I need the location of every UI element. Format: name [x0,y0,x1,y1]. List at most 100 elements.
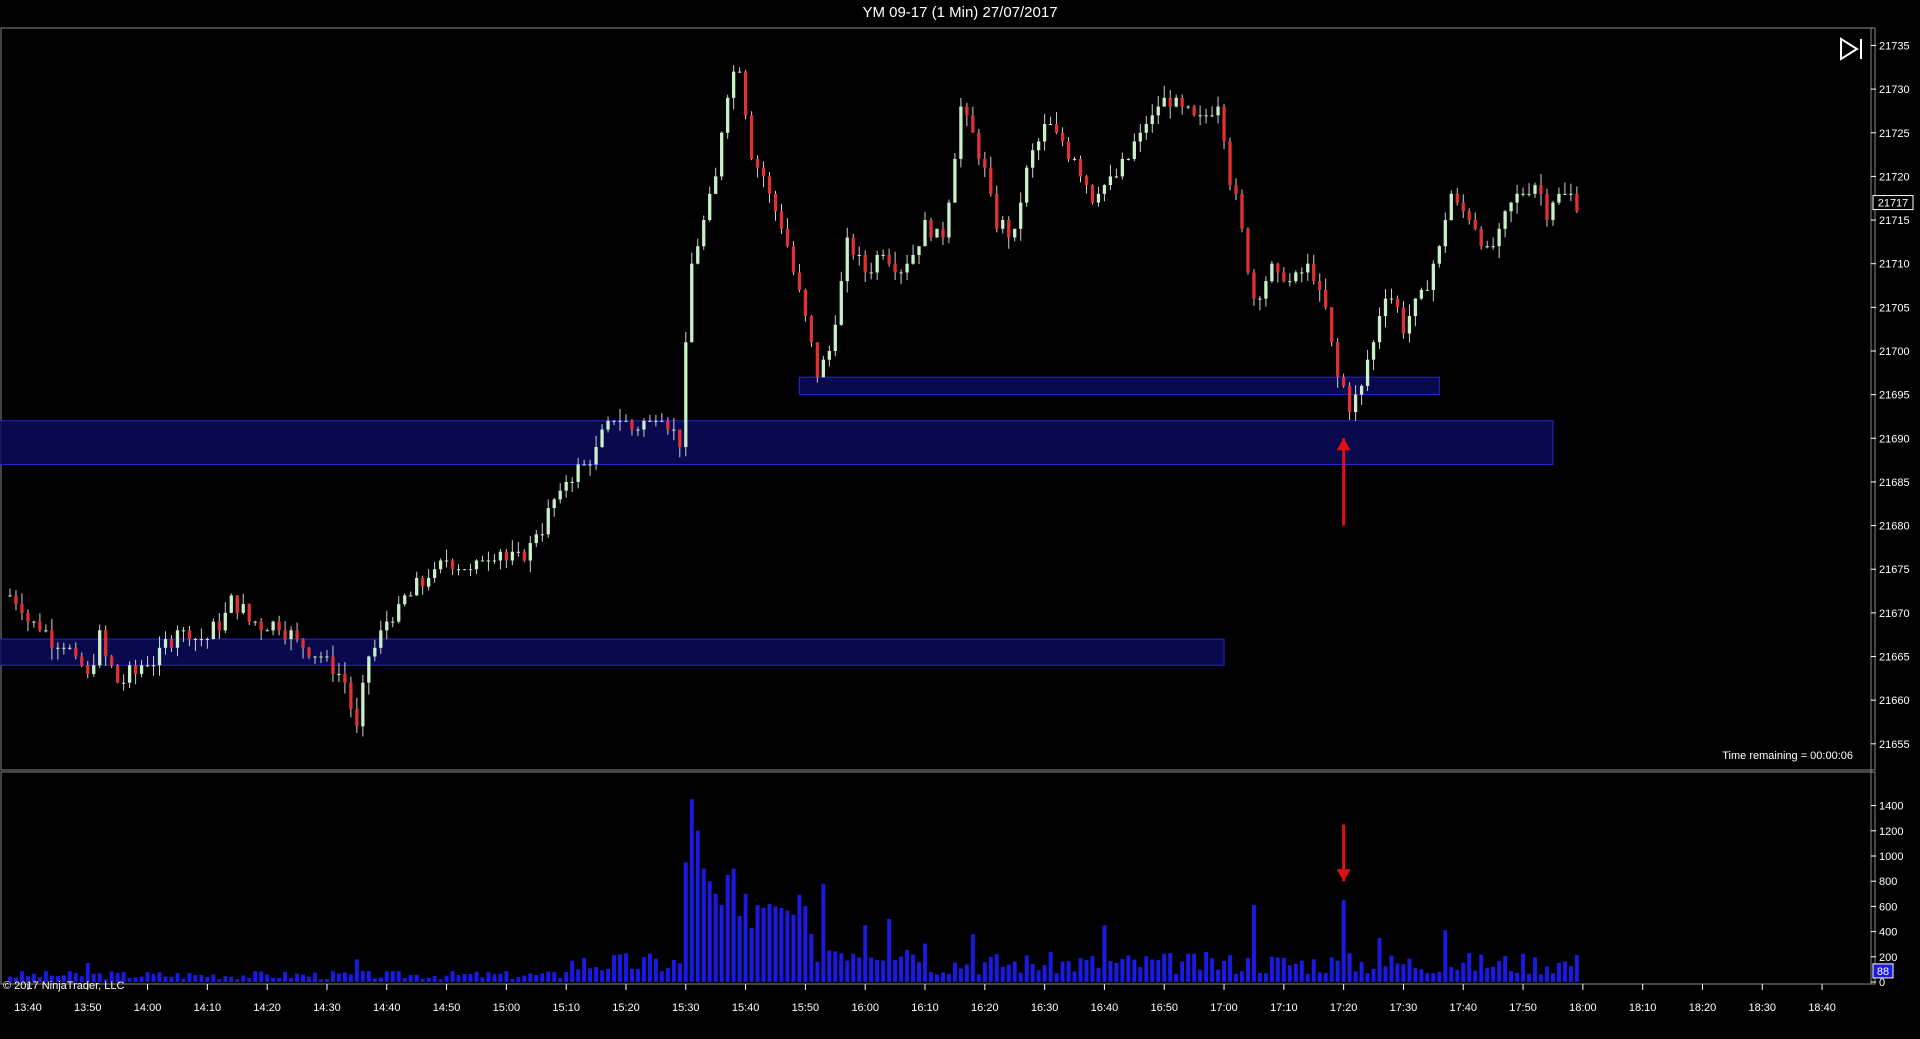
volume-bar[interactable] [540,973,545,982]
candle-body[interactable] [821,359,825,378]
volume-bar[interactable] [163,976,168,982]
candle-body[interactable] [1102,185,1107,194]
candle-body[interactable] [265,630,269,632]
candle-body[interactable] [1557,193,1561,203]
volume-bar[interactable] [731,868,736,982]
candle-body[interactable] [1503,211,1507,229]
candle-body[interactable] [211,621,215,640]
volume-bar[interactable] [1407,958,1412,982]
candle-body[interactable] [1036,141,1041,151]
volume-bar[interactable] [1425,973,1430,982]
candle-body[interactable] [1312,263,1316,282]
candle-body[interactable] [612,420,616,422]
volume-bar[interactable] [420,979,425,982]
volume-bar[interactable] [857,957,862,982]
volume-bar[interactable] [1281,957,1286,982]
volume-bar[interactable] [624,953,628,982]
candle-body[interactable] [385,621,389,631]
candle-body[interactable] [181,630,186,632]
volume-bar[interactable] [1257,972,1262,982]
candle-body[interactable] [253,621,257,623]
volume-bar[interactable] [1395,963,1400,982]
candle-body[interactable] [68,647,72,649]
volume-bar[interactable] [480,977,485,982]
volume-bar[interactable] [994,954,999,982]
candle-body[interactable] [235,595,239,613]
candle-body[interactable] [1168,97,1172,107]
volume-bar[interactable] [253,971,258,982]
volume-bar[interactable] [307,976,311,982]
candle-body[interactable] [1198,115,1202,117]
candle-body[interactable] [887,254,891,264]
candle-body[interactable] [1330,307,1334,343]
candle-body[interactable] [1132,141,1136,159]
volume-bar[interactable] [241,975,246,982]
volume-bar[interactable] [1006,964,1011,982]
volume-bar[interactable] [1455,969,1460,982]
candle-body[interactable] [1419,289,1424,299]
volume-bar[interactable] [1216,969,1220,982]
candle-body[interactable] [773,193,778,212]
volume-bar[interactable] [1527,974,1531,982]
volume-bar[interactable] [325,978,329,982]
candle-body[interactable] [911,254,915,264]
candle-body[interactable] [642,420,646,430]
candle-body[interactable] [540,534,544,536]
candle-body[interactable] [127,665,132,683]
candle-body[interactable] [959,106,963,159]
candle-body[interactable] [432,569,437,578]
volume-bar[interactable] [707,881,712,982]
candle-body[interactable] [1276,263,1280,273]
candle-body[interactable] [397,604,401,622]
candle-body[interactable] [1401,307,1406,334]
candle-body[interactable] [199,639,204,641]
volume-bar[interactable] [1275,957,1280,982]
volume-bar[interactable] [1568,966,1573,982]
volume-bar[interactable] [1419,969,1424,982]
volume-bar[interactable] [1180,961,1185,982]
candle-body[interactable] [696,246,700,264]
candle-body[interactable] [1114,176,1119,178]
volume-bar[interactable] [283,971,288,982]
candle-body[interactable] [1084,176,1089,186]
volume-bar[interactable] [1521,953,1525,982]
volume-bar[interactable] [1102,925,1107,982]
volume-bar[interactable] [869,957,874,982]
volume-bar[interactable] [911,954,915,982]
volume-bar[interactable] [1311,959,1316,982]
candle-body[interactable] [229,595,233,613]
volume-bar[interactable] [414,974,419,982]
candle-body[interactable] [468,569,473,571]
volume-bar[interactable] [725,874,730,982]
candle-body[interactable] [1204,115,1208,117]
volume-bar[interactable] [630,968,634,982]
volume-bar[interactable] [719,904,724,982]
candle-body[interactable] [1563,193,1567,195]
volume-bar[interactable] [1263,973,1268,982]
candle-body[interactable] [534,534,538,544]
candle-body[interactable] [426,577,431,587]
volume-bar[interactable] [743,893,748,982]
candle-body[interactable] [1509,202,1513,212]
candle-body[interactable] [1575,193,1579,212]
volume-bar[interactable] [205,977,210,982]
volume-bar[interactable] [588,968,593,982]
volume-bar[interactable] [426,977,431,982]
candle-body[interactable] [875,254,879,273]
volume-bar[interactable] [229,976,234,982]
volume-bar[interactable] [295,973,300,982]
candle-body[interactable] [277,621,281,631]
candle-body[interactable] [1443,220,1447,247]
volume-bar[interactable] [1048,951,1053,982]
candle-body[interactable] [1479,228,1483,247]
candle-body[interactable] [941,228,945,238]
volume-bar[interactable] [1072,971,1077,982]
volume-bar[interactable] [689,799,694,982]
volume-bar[interactable] [1024,955,1029,982]
volume-bar[interactable] [1317,972,1322,982]
volume-bar[interactable] [474,971,479,982]
candle-body[interactable] [845,237,849,282]
volume-bar[interactable] [887,919,892,982]
volume-bar[interactable] [671,959,676,982]
volume-bar[interactable] [181,978,186,982]
